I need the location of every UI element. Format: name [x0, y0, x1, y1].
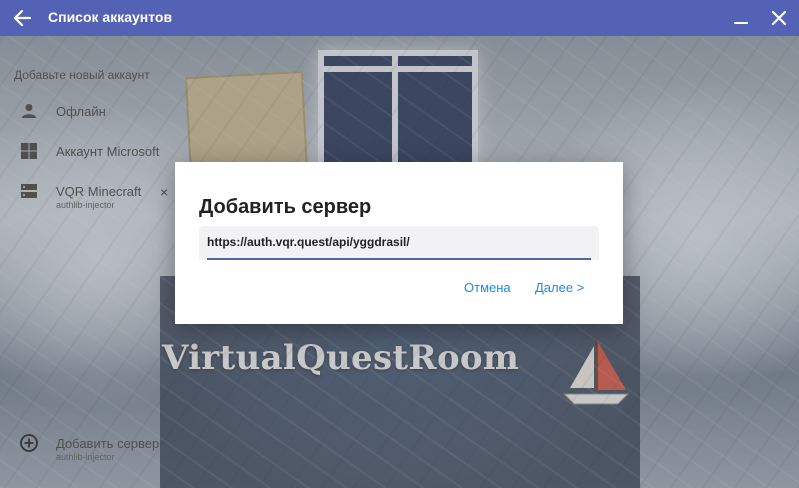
- arrow-left-icon: [13, 9, 32, 27]
- add-server-dialog: Добавить сервер Отмена Далее >: [175, 162, 623, 324]
- close-icon: [771, 10, 787, 26]
- dialog-title: Добавить сервер: [199, 196, 372, 218]
- server-url-input[interactable]: [207, 226, 591, 258]
- minimize-button[interactable]: [729, 6, 753, 30]
- close-button[interactable]: [767, 6, 791, 30]
- window-title: Список аккаунтов: [48, 9, 173, 25]
- input-underline: [207, 258, 591, 260]
- minimize-icon: [734, 22, 748, 24]
- title-bar: Список аккаунтов: [0, 0, 799, 36]
- cancel-button[interactable]: Отмена: [464, 280, 511, 295]
- back-button[interactable]: [10, 6, 34, 30]
- next-button[interactable]: Далее >: [535, 280, 584, 295]
- server-url-field: [199, 226, 599, 260]
